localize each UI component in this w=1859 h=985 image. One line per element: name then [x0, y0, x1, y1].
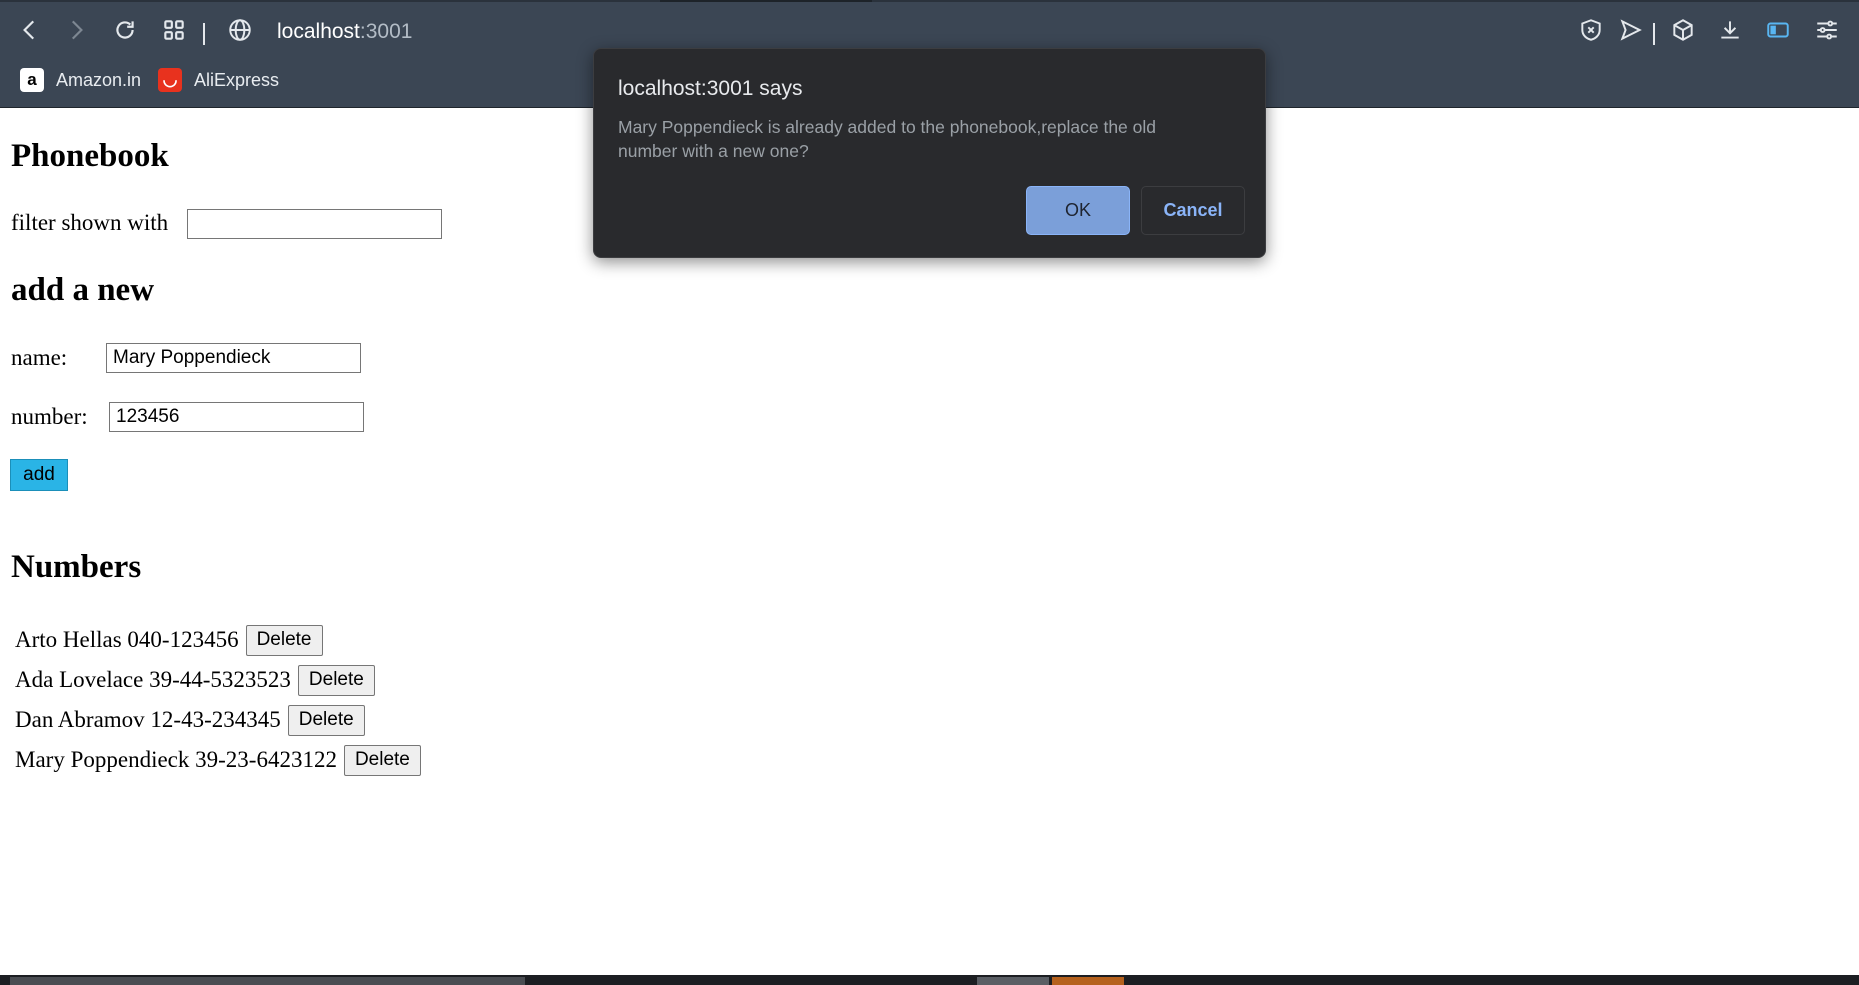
list-item: Dan Abramov 12-43-234345 Delete	[15, 704, 365, 736]
name-label: name:	[11, 345, 68, 370]
active-tab-indicator	[660, 0, 872, 2]
delete-button[interactable]: Delete	[287, 704, 365, 736]
cube-icon[interactable]	[1667, 14, 1699, 46]
list-item: Arto Hellas 040-123456 Delete	[15, 624, 323, 656]
filter-label: filter shown with	[11, 210, 169, 235]
reload-icon[interactable]	[109, 14, 141, 46]
dialog-message: Mary Poppendieck is already added to the…	[618, 117, 1157, 161]
ok-button[interactable]: OK	[1026, 186, 1130, 235]
back-icon[interactable]	[14, 14, 46, 46]
toolbar-divider	[203, 23, 205, 45]
number-input[interactable]	[109, 402, 364, 432]
bookmark-amazon[interactable]: a Amazon.in	[20, 62, 141, 98]
delete-button[interactable]: Delete	[245, 624, 323, 656]
cancel-button[interactable]: Cancel	[1141, 186, 1245, 235]
bookmark-aliexpress[interactable]: ◡ AliExpress	[158, 62, 279, 98]
list-item: Ada Lovelace 39-44-5323523 Delete	[15, 664, 375, 696]
toolbar-divider-right	[1653, 23, 1655, 45]
url-host: localhost	[277, 20, 360, 43]
filter-input[interactable]	[187, 209, 442, 239]
amazon-icon: a	[20, 68, 44, 92]
tab-strip	[0, 0, 1859, 2]
add-button[interactable]: add	[10, 459, 68, 491]
number-label: number:	[11, 404, 88, 429]
list-item: Mary Poppendieck 39-23-6423122 Delete	[15, 744, 421, 776]
aliexpress-icon: ◡	[158, 68, 182, 92]
delete-button[interactable]: Delete	[343, 744, 421, 776]
entry-text: Ada Lovelace 39-44-5323523	[15, 667, 291, 692]
grid-icon[interactable]	[158, 14, 190, 46]
url-port: :3001	[359, 20, 413, 43]
entry-text: Arto Hellas 040-123456	[15, 627, 239, 652]
settings-sliders-icon[interactable]	[1811, 14, 1843, 46]
globe-icon[interactable]	[224, 14, 256, 46]
send-icon[interactable]	[1615, 14, 1647, 46]
name-input[interactable]	[106, 343, 361, 373]
bookmark-label: Amazon.in	[56, 69, 142, 90]
taskbar-strip	[0, 975, 1859, 985]
download-icon[interactable]	[1714, 14, 1746, 46]
delete-button[interactable]: Delete	[297, 664, 375, 696]
browser-toolbar: localhost:3001	[0, 6, 1859, 54]
add-new-heading: add a new	[11, 272, 155, 308]
taskbar-item[interactable]	[977, 977, 1049, 985]
sidebar-toggle-icon[interactable]	[1762, 14, 1794, 46]
numbers-heading: Numbers	[11, 549, 142, 585]
phonebook-title: Phonebook	[11, 138, 169, 174]
confirm-dialog: localhost:3001 says Mary Poppendieck is …	[593, 48, 1266, 258]
forward-icon[interactable]	[60, 14, 92, 46]
taskbar-item[interactable]	[1052, 977, 1124, 985]
entry-text: Dan Abramov 12-43-234345	[15, 707, 281, 732]
bookmark-label: AliExpress	[194, 69, 280, 90]
shield-icon[interactable]	[1575, 14, 1607, 46]
dialog-title: localhost:3001 says	[618, 77, 803, 100]
entry-text: Mary Poppendieck 39-23-6423122	[15, 747, 337, 772]
address-bar[interactable]: localhost:3001	[277, 18, 412, 46]
taskbar-item[interactable]	[10, 977, 525, 985]
